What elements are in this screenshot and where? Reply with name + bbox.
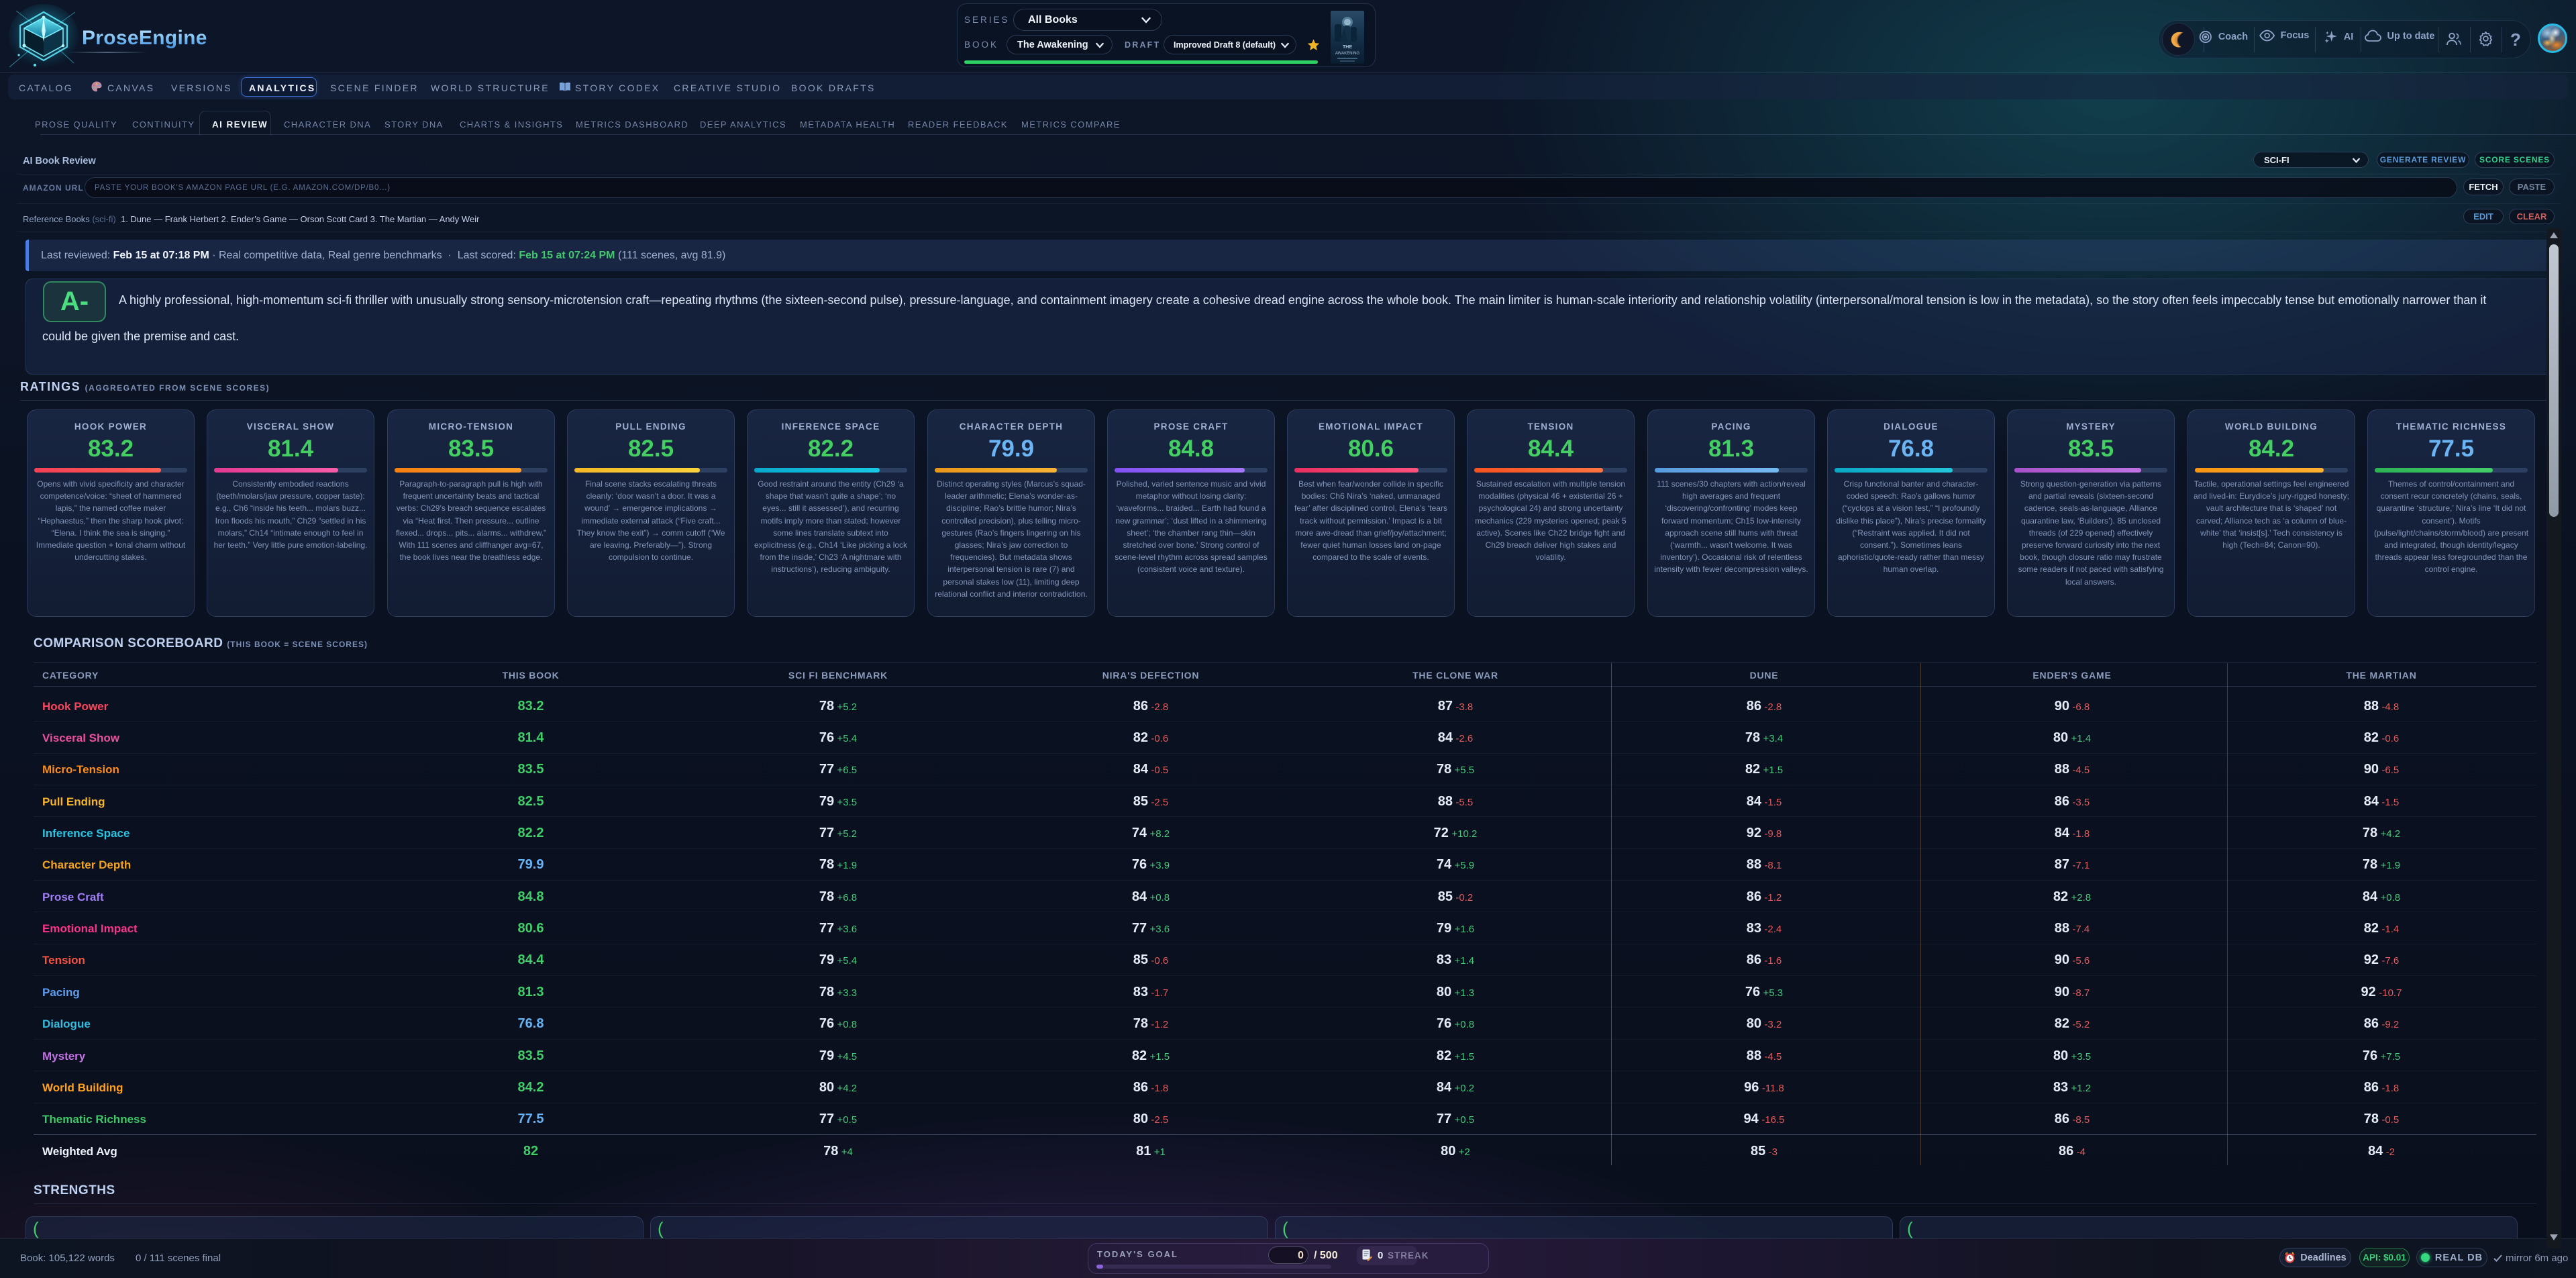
svg-text:AWAKENING: AWAKENING [1335, 52, 1360, 56]
svg-text:THE: THE [1343, 45, 1352, 50]
